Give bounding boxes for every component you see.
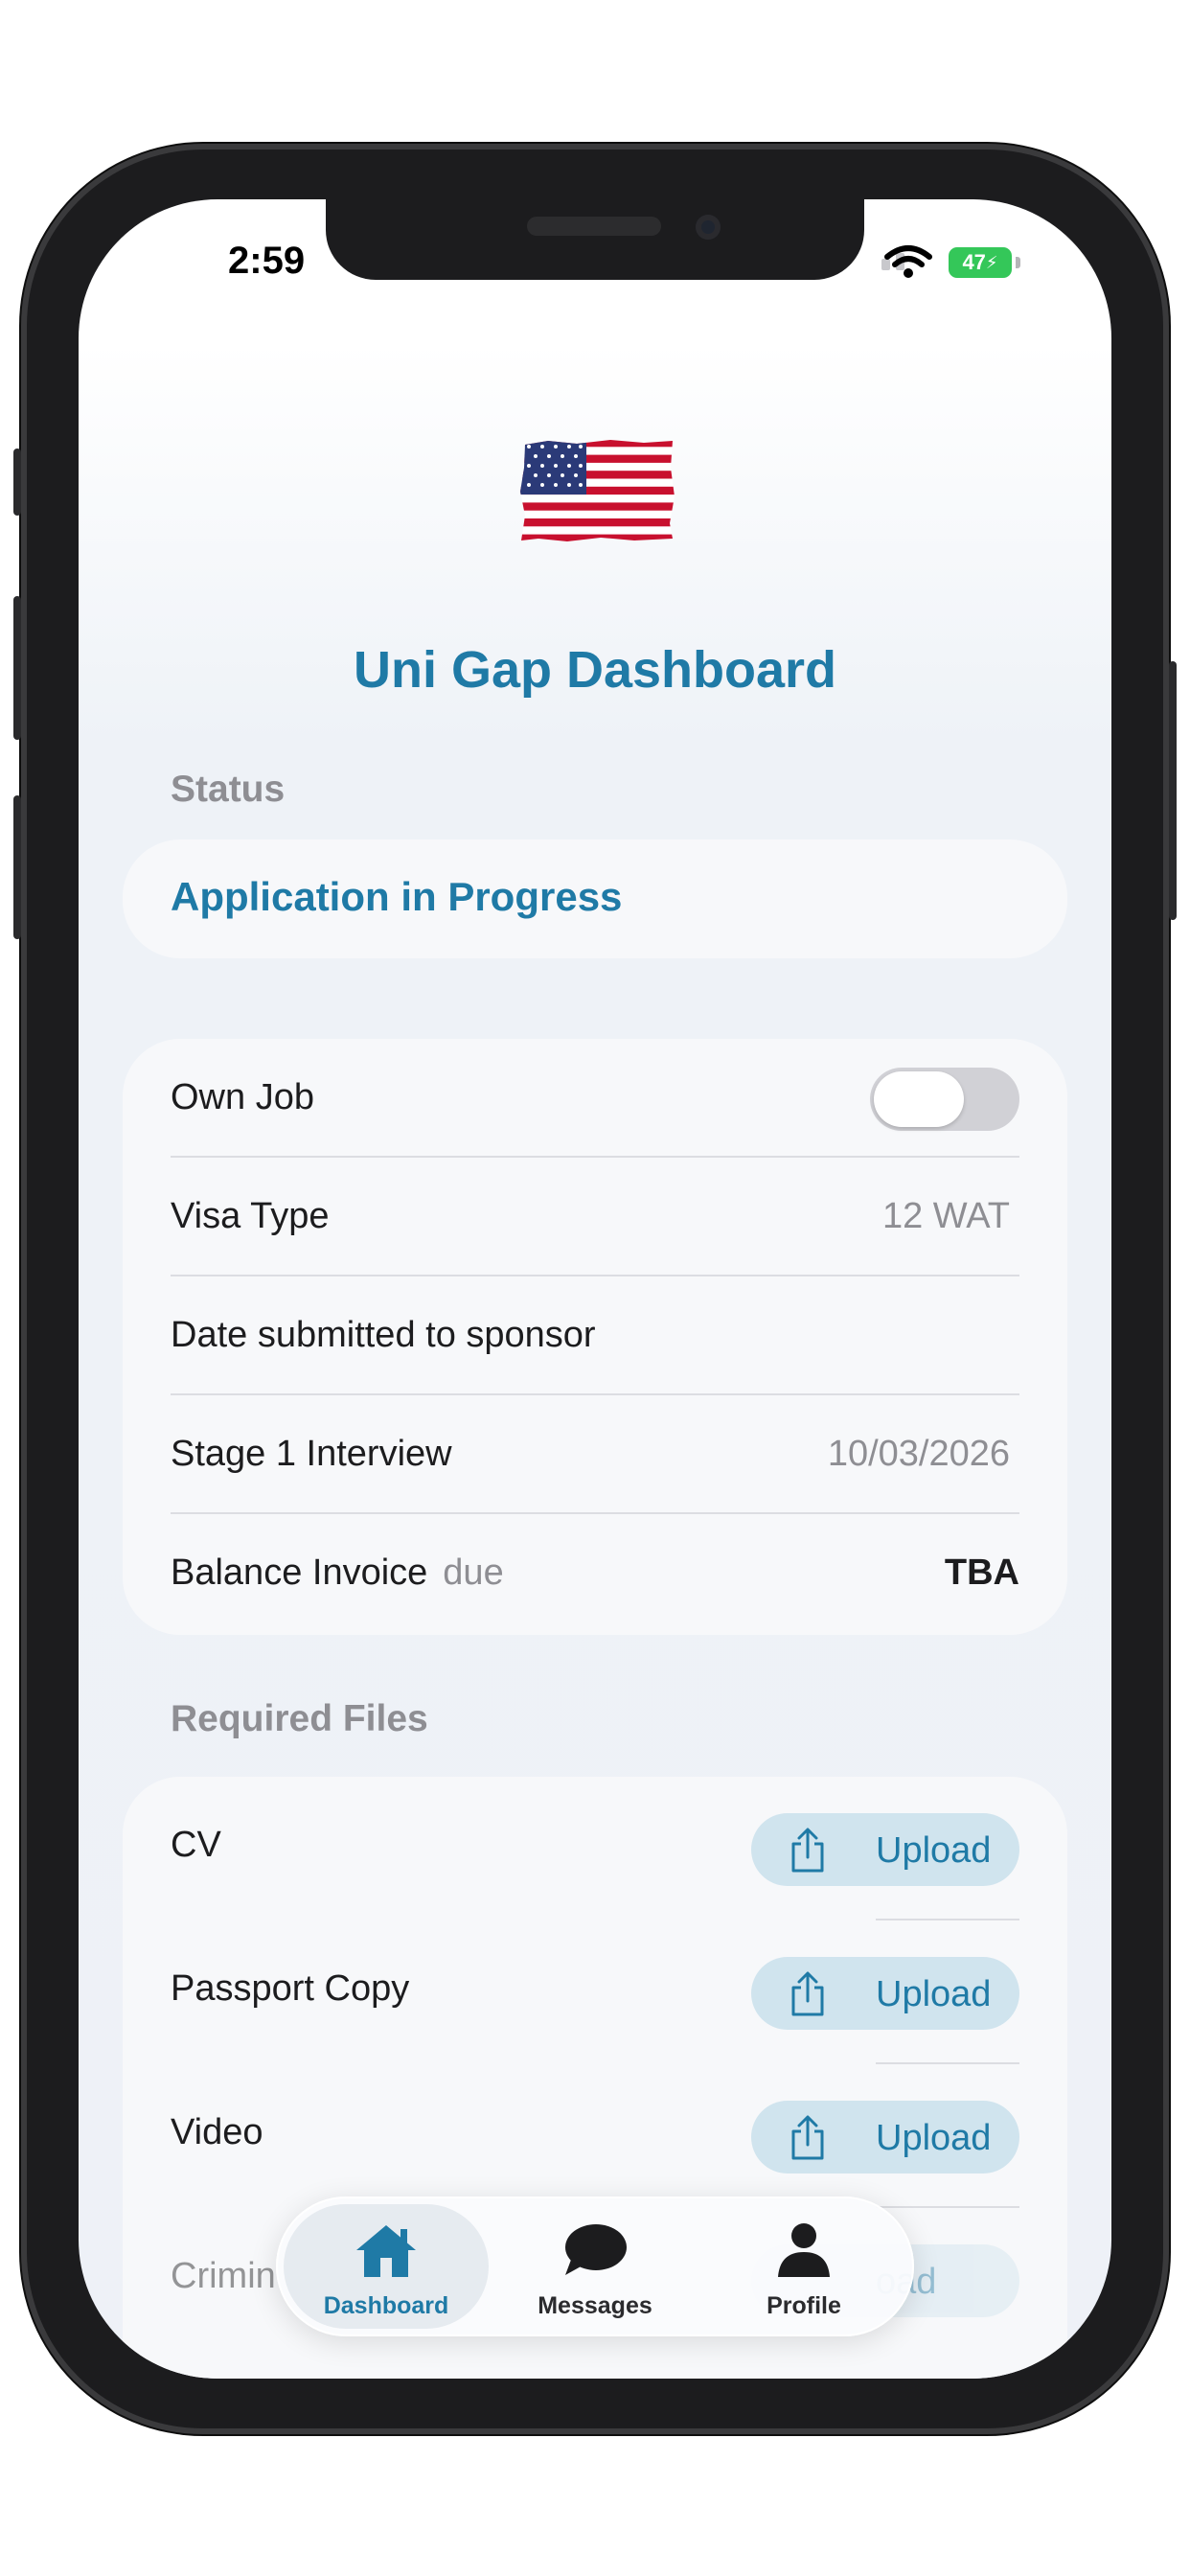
share-upload-icon (791, 2115, 824, 2160)
stage1-interview-row[interactable]: Stage 1 Interview 10/03/2026 (171, 1395, 1019, 1514)
file-label: Passport Copy (171, 1968, 410, 2009)
status-section-label: Status (171, 769, 286, 810)
balance-invoice-text: Balance Invoice (171, 1552, 428, 1593)
balance-invoice-value: TBA (944, 1552, 1019, 1593)
upload-video-button[interactable]: Upload (751, 2101, 1019, 2174)
tab-label: Profile (767, 2292, 841, 2319)
upload-label: Upload (876, 1830, 992, 1871)
required-files-label: Required Files (171, 1698, 428, 1739)
date-submitted-row[interactable]: Date submitted to sponsor (171, 1276, 1019, 1395)
upload-label: Upload (876, 1974, 992, 2014)
own-job-label: Own Job (171, 1077, 314, 1117)
stage1-interview-label: Stage 1 Interview (171, 1434, 452, 1474)
silent-switch (13, 448, 21, 516)
stage1-interview-value: 10/03/2026 (827, 1434, 1010, 1474)
tab-label: Dashboard (323, 2292, 449, 2319)
balance-invoice-row[interactable]: Balance Invoice due TBA (171, 1514, 1019, 1633)
message-bubble-icon (565, 2224, 627, 2275)
file-label: Video (171, 2112, 263, 2152)
share-upload-icon (791, 1828, 824, 1873)
own-job-row: Own Job (171, 1039, 1019, 1158)
volume-down-button (13, 795, 21, 939)
battery-icon: 47 ⚡ (949, 247, 1012, 278)
house-icon (356, 2225, 416, 2277)
status-card: Application in Progress (123, 840, 1067, 958)
tab-messages[interactable]: Messages (492, 2204, 698, 2329)
upload-passport-button[interactable]: Upload (751, 1957, 1019, 2030)
application-status: Application in Progress (171, 874, 623, 919)
file-row-video: Video Upload (171, 2064, 1019, 2208)
balance-invoice-label: Balance Invoice due (171, 1552, 504, 1594)
balance-invoice-due: due (443, 1552, 504, 1593)
tab-profile[interactable]: Profile (701, 2204, 906, 2329)
volume-up-button (13, 596, 21, 740)
own-job-toggle[interactable] (870, 1068, 1019, 1131)
status-bar: 2:59 47 ⚡ (79, 199, 1111, 314)
power-button (1169, 661, 1177, 920)
app-screen: 2:59 47 ⚡ Uni Gap Dashboard Status Appli… (79, 199, 1111, 2379)
tab-bar: Dashboard Messages Profile (276, 2196, 914, 2336)
file-row-cv: CV Upload (171, 1777, 1019, 1920)
battery-level: 47 (962, 250, 986, 274)
status-time: 2:59 (228, 240, 306, 282)
visa-type-value: 12 WAT (881, 1196, 1010, 1236)
wifi-icon (884, 245, 932, 278)
file-row-passport: Passport Copy Upload (171, 1920, 1019, 2064)
upload-cv-button[interactable]: Upload (751, 1813, 1019, 1886)
date-submitted-label: Date submitted to sponsor (171, 1315, 596, 1355)
us-flag-icon (520, 440, 675, 541)
details-card: Own Job Visa Type 12 WAT Date submitted … (123, 1039, 1067, 1635)
page-title: Uni Gap Dashboard (353, 641, 837, 699)
visa-type-label: Visa Type (171, 1196, 330, 1236)
tab-dashboard[interactable]: Dashboard (284, 2204, 489, 2329)
share-upload-icon (791, 1971, 824, 2016)
file-label: Crimin (171, 2256, 276, 2296)
person-icon (778, 2223, 830, 2277)
toggle-knob (874, 1071, 964, 1127)
battery-cap (1016, 257, 1020, 268)
visa-type-row[interactable]: Visa Type 12 WAT (171, 1158, 1019, 1276)
upload-label: Upload (876, 2118, 992, 2158)
tab-label: Messages (538, 2292, 652, 2319)
file-label: CV (171, 1825, 221, 1865)
